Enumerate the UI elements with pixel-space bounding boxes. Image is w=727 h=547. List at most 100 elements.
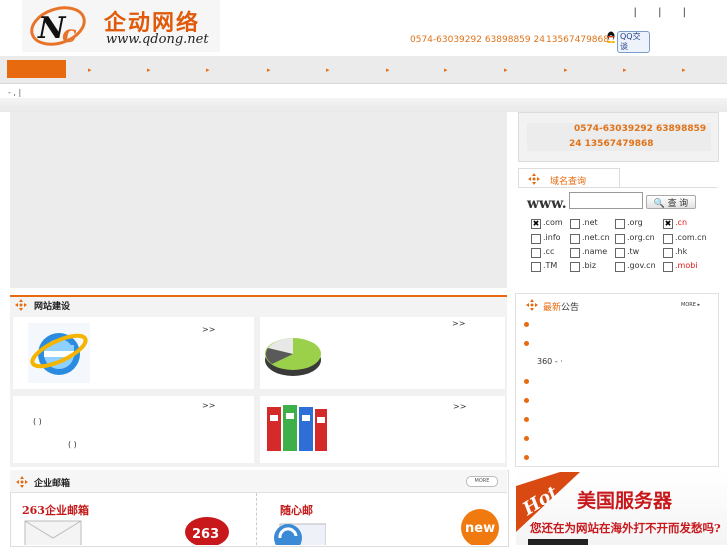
domain-ext-label: .com.cn (675, 233, 707, 242)
domain-query-button[interactable]: 🔍 查 询 (646, 195, 696, 209)
mail-refresh-icon (274, 523, 326, 545)
service-card-hosting[interactable]: >> ( ) ( ) (13, 396, 254, 463)
nav-arrow-icon: ▸ (88, 66, 92, 74)
web-build-title: 网站建设 (34, 302, 71, 312)
binders-icon (263, 401, 329, 457)
search-icon: 🔍 (653, 198, 666, 208)
server-graphic (528, 539, 588, 545)
domain-ext-checkbox[interactable] (570, 262, 580, 272)
service-card-disk[interactable]: >> (260, 317, 505, 389)
mail-more-button[interactable]: MORE (466, 476, 498, 487)
qq-chat-label: QQ交谈 (617, 31, 650, 53)
divider-band (0, 98, 727, 112)
qq-penguin-icon (607, 31, 615, 43)
news-more-label: MORE (681, 302, 696, 308)
domain-ext-checkbox[interactable]: ✖ (663, 219, 673, 229)
disk-chart-icon (265, 338, 321, 376)
domain-ext-label: .com (543, 218, 563, 227)
domain-ext-label: .tw (627, 247, 640, 256)
domain-ext-label: .org (627, 218, 643, 227)
news-title-accent: 最新 (543, 303, 562, 313)
domain-ext-label: .TM (543, 261, 558, 270)
site-logo[interactable]: N c 企动网络 www.qdong.net (22, 0, 220, 52)
domain-input[interactable] (569, 192, 643, 209)
banner-area (10, 112, 507, 288)
mail-263-title[interactable]: 263企业邮箱 (22, 502, 89, 518)
domain-ext-label: .mobi (675, 261, 698, 270)
move-arrows-icon (16, 476, 28, 488)
domain-ext-checkbox[interactable] (531, 248, 541, 258)
more-link[interactable]: >> (452, 319, 465, 328)
domain-ext-label: .cc (543, 247, 555, 256)
domain-ext-checkbox[interactable]: ✖ (531, 219, 541, 229)
logo-nc-icon: N c (30, 6, 86, 46)
domain-ext-checkbox[interactable] (663, 248, 673, 258)
news-more-link[interactable]: MORE ▸ (681, 302, 700, 308)
new-badge-icon: new (461, 509, 499, 545)
nav-arrow-icon: ▸ (386, 66, 390, 74)
mail-header (10, 470, 507, 493)
domain-ext-checkbox[interactable] (615, 219, 625, 229)
domain-ext-label: .net (582, 218, 598, 227)
envelope-icon (24, 520, 82, 545)
domain-ext-label: .net.cn (582, 233, 610, 242)
svg-text:c: c (62, 19, 77, 46)
domain-ext-checkbox[interactable] (615, 262, 625, 272)
header-phone: 0574-63039292 63898859 24 (410, 35, 545, 45)
news-bullet (524, 379, 529, 384)
domain-ext-label: .hk (675, 247, 688, 256)
more-link[interactable]: >> (453, 402, 466, 411)
more-link[interactable]: >> (202, 325, 215, 334)
news-bullet (524, 322, 529, 327)
service-card-ie[interactable]: >> (13, 317, 254, 389)
move-arrows-icon (528, 173, 540, 185)
logo-url: www.qdong.net (106, 32, 209, 47)
domain-ext-checkbox[interactable] (570, 234, 580, 244)
domain-ext-label: .name (582, 247, 608, 256)
contact-phone: 0574-63039292 63898859 (574, 124, 707, 134)
domain-ext-checkbox[interactable] (615, 248, 625, 258)
nav-arrow-icon: ▸ (564, 66, 568, 74)
us-server-subtitle: 您还在为网站在海外打不开而发愁吗? (530, 521, 721, 535)
news-title-rest: 公告 (561, 303, 580, 313)
contact-mobile: 24 13567479868 (569, 139, 654, 149)
nav-arrow-icon: ▸ (444, 66, 448, 74)
ie-browser-icon (28, 323, 90, 383)
move-arrows-icon (526, 299, 538, 311)
web-build-header (10, 295, 507, 317)
domain-ext-checkbox[interactable] (570, 219, 580, 229)
top-links[interactable]: | | | (634, 7, 695, 18)
domain-ext-checkbox[interactable] (570, 248, 580, 258)
main-nav: ▸ ▸ ▸ ▸ ▸ ▸ ▸ ▸ ▸ ▸ ▸ (0, 56, 727, 84)
domain-ext-label: .cn (675, 218, 688, 227)
www-prefix: www. (527, 196, 567, 212)
news-item[interactable]: 360 - · (537, 357, 563, 366)
domain-ext-checkbox[interactable] (531, 234, 541, 244)
mail-divider (256, 493, 258, 545)
domain-ext-label: .gov.cn (627, 261, 656, 270)
more-link[interactable]: >> (202, 401, 215, 410)
domain-ext-checkbox[interactable] (615, 234, 625, 244)
query-label: 查 询 (667, 198, 689, 208)
card-note: ( ) (33, 417, 42, 426)
news-bullet (524, 436, 529, 441)
svg-text:new: new (465, 521, 495, 536)
news-bullet (524, 341, 529, 346)
domain-ext-checkbox[interactable] (663, 262, 673, 272)
qq-chat-button[interactable]: QQ交谈 (606, 31, 650, 53)
news-bullet (524, 417, 529, 422)
mail-suixin-title[interactable]: 随心邮 (280, 502, 313, 518)
nav-arrow-icon: ▸ (206, 66, 210, 74)
service-card-files[interactable]: >> (260, 396, 505, 463)
news-bullet (524, 398, 529, 403)
domain-ext-checkbox[interactable] (531, 262, 541, 272)
nav-arrow-icon: ▸ (147, 66, 151, 74)
news-panel (515, 293, 719, 467)
domain-ext-checkbox[interactable] (663, 234, 673, 244)
nav-item-home[interactable] (7, 60, 66, 78)
news-bullet (524, 455, 529, 460)
svg-text:263: 263 (192, 527, 219, 542)
domain-search-title: 域名查询 (550, 177, 587, 187)
nav-arrow-icon: ▸ (623, 66, 627, 74)
card-note: ( ) (68, 440, 77, 449)
